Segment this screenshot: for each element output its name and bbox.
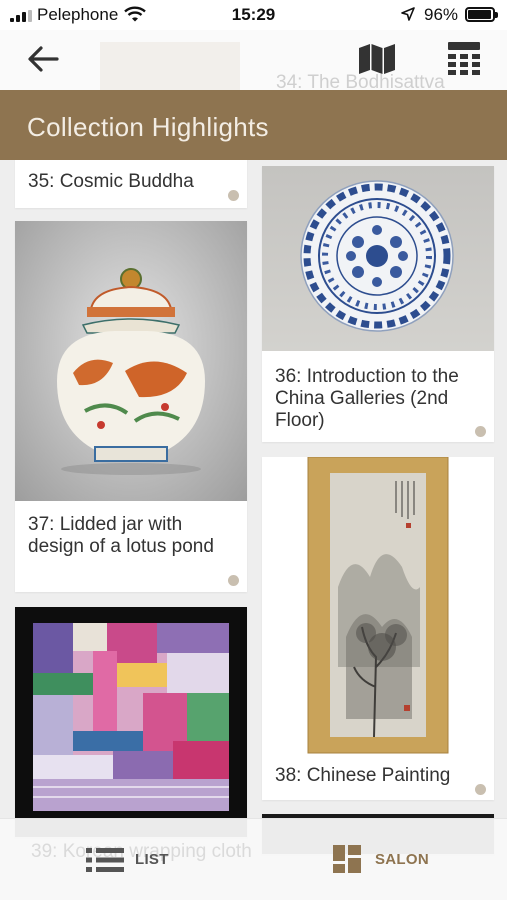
top-toolbar: 34: The Bodhisattva — [0, 30, 507, 93]
tab-salon[interactable]: SALON — [333, 843, 433, 877]
scrolled-image-behind — [100, 42, 240, 90]
card-caption: 36: Introduction to the China Galleries … — [275, 366, 459, 431]
keypad-icon[interactable] — [447, 41, 481, 77]
card-image-lidded-jar — [15, 221, 247, 501]
battery-icon — [465, 7, 498, 22]
card-image-blue-white-plate — [262, 166, 494, 351]
highlight-card-39[interactable] — [15, 607, 247, 837]
status-bar: Pelephone 15:29 96% — [0, 0, 507, 30]
card-caption: 38: Chinese Painting — [275, 765, 451, 786]
jar-illustration — [57, 268, 205, 475]
battery-percentage: 96% — [424, 5, 459, 24]
status-dot — [228, 575, 239, 586]
salon-grid-icon — [333, 845, 361, 873]
back-arrow-icon[interactable] — [26, 44, 60, 74]
tab-list[interactable]: LIST — [84, 843, 174, 877]
status-dot — [228, 190, 239, 201]
map-icon[interactable] — [358, 43, 396, 75]
status-dot — [475, 426, 486, 437]
card-caption: 37: Lidded jar with design of a lotus po… — [28, 514, 214, 557]
tab-salon-label: SALON — [375, 851, 429, 868]
patchwork-illustration — [33, 623, 229, 811]
painting-illustration — [307, 457, 449, 754]
section-header: Collection Highlights — [0, 90, 507, 160]
page-title: Collection Highlights — [27, 112, 269, 142]
location-arrow-icon — [401, 7, 415, 21]
card-caption: 35: Cosmic Buddha — [28, 171, 194, 192]
plate-illustration — [300, 180, 454, 332]
bottom-tab-bar: 39: Korean wrapping cloth LIST SALON — [0, 818, 507, 900]
highlight-card-36[interactable]: 36: Introduction to the China Galleries … — [262, 166, 494, 442]
highlight-card-37[interactable]: 37: Lidded jar with design of a lotus po… — [15, 221, 247, 592]
card-image-wrapping-cloth — [15, 607, 247, 837]
status-dot — [475, 784, 486, 795]
list-icon — [86, 848, 124, 872]
tab-list-label: LIST — [135, 851, 169, 868]
highlight-card-38[interactable]: 38: Chinese Painting — [262, 457, 494, 800]
card-image-chinese-painting — [262, 457, 494, 757]
